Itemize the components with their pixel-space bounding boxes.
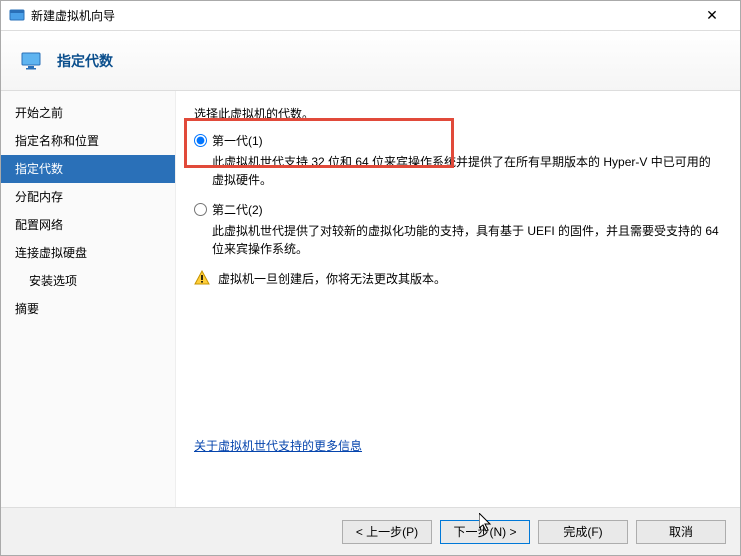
footer: < 上一步(P) 下一步(N) > 完成(F) 取消	[1, 507, 740, 555]
window-title: 新建虚拟机向导	[31, 7, 692, 24]
page-title: 指定代数	[57, 51, 113, 71]
sidebar-item-3[interactable]: 分配内存	[1, 183, 175, 211]
sidebar-item-5[interactable]: 连接虚拟硬盘	[1, 239, 175, 267]
warning-text: 虚拟机一旦创建后，你将无法更改其版本。	[218, 270, 446, 287]
gen2-desc: 此虚拟机世代提供了对较新的虚拟化功能的支持，具有基于 UEFI 的固件，并且需要…	[212, 222, 722, 258]
sidebar-item-7[interactable]: 摘要	[1, 295, 175, 323]
next-button[interactable]: 下一步(N) >	[440, 520, 530, 544]
gen2-radio-row[interactable]: 第二代(2)	[194, 201, 722, 218]
body: 开始之前指定名称和位置指定代数分配内存配置网络连接虚拟硬盘安装选项摘要 选择此虚…	[1, 91, 740, 507]
gen1-radio-row[interactable]: 第一代(1)	[194, 132, 722, 149]
titlebar: 新建虚拟机向导 ✕	[1, 1, 740, 31]
cancel-button[interactable]: 取消	[636, 520, 726, 544]
gen1-radio[interactable]	[194, 134, 207, 147]
gen1-desc: 此虚拟机世代支持 32 位和 64 位来宾操作系统并提供了在所有早期版本的 Hy…	[212, 153, 722, 189]
sidebar-item-2[interactable]: 指定代数	[1, 155, 175, 183]
sidebar: 开始之前指定名称和位置指定代数分配内存配置网络连接虚拟硬盘安装选项摘要	[1, 91, 176, 507]
prev-button[interactable]: < 上一步(P)	[342, 520, 432, 544]
close-button[interactable]: ✕	[692, 7, 732, 24]
gen2-radio[interactable]	[194, 203, 207, 216]
more-info-link[interactable]: 关于虚拟机世代支持的更多信息	[194, 437, 362, 454]
header-banner: 指定代数	[1, 31, 740, 91]
warning-row: 虚拟机一旦创建后，你将无法更改其版本。	[194, 270, 722, 287]
gen1-label: 第一代(1)	[212, 132, 263, 149]
sidebar-item-1[interactable]: 指定名称和位置	[1, 127, 175, 155]
monitor-icon	[21, 52, 41, 70]
sidebar-item-0[interactable]: 开始之前	[1, 99, 175, 127]
warning-icon	[194, 270, 210, 286]
wizard-window: 新建虚拟机向导 ✕ 指定代数 开始之前指定名称和位置指定代数分配内存配置网络连接…	[0, 0, 741, 556]
intro-text: 选择此虚拟机的代数。	[194, 105, 722, 122]
sidebar-item-6[interactable]: 安装选项	[1, 267, 175, 295]
window-icon	[9, 8, 25, 24]
content-pane: 选择此虚拟机的代数。 第一代(1) 此虚拟机世代支持 32 位和 64 位来宾操…	[176, 91, 740, 507]
gen2-label: 第二代(2)	[212, 201, 263, 218]
sidebar-item-4[interactable]: 配置网络	[1, 211, 175, 239]
finish-button[interactable]: 完成(F)	[538, 520, 628, 544]
